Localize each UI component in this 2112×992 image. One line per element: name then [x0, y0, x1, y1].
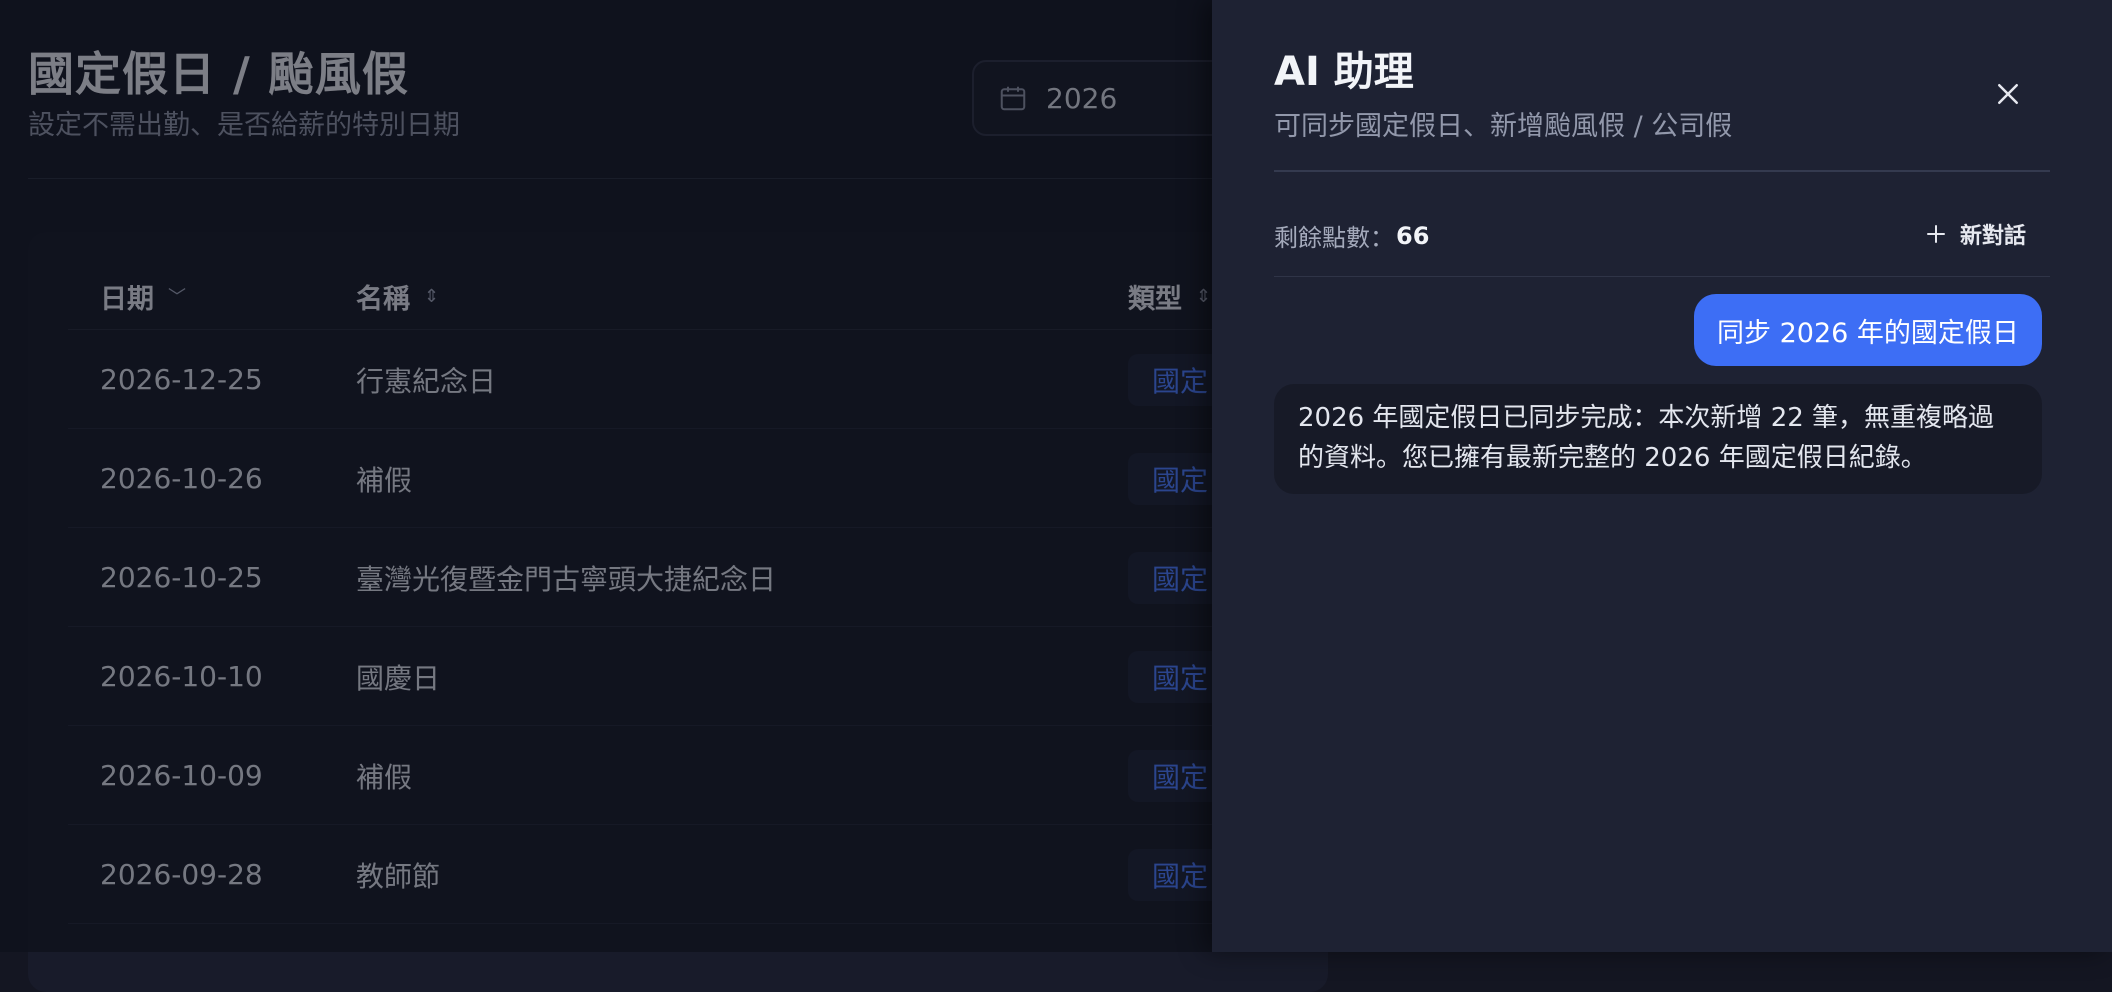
drawer-subtitle: 可同步國定假日、新增颱風假 / 公司假: [1274, 111, 1733, 142]
credits-counter: 剩餘點數： 66: [1274, 218, 1429, 253]
new-chat-button[interactable]: 新對話: [1924, 218, 2026, 250]
new-chat-label: 新對話: [1960, 224, 2027, 249]
drawer-backdrop[interactable]: [0, 0, 1212, 952]
ai-assistant-drawer: AI 助理 可同步國定假日、新增颱風假 / 公司假 剩餘點數： 66 新對話 同…: [1212, 0, 2112, 952]
credits-label: 剩餘點數：: [1274, 224, 1394, 252]
close-icon: [1998, 84, 2018, 104]
close-button[interactable]: [1990, 76, 2026, 112]
drawer-divider: [1274, 170, 2050, 172]
plus-icon: [1927, 225, 1945, 243]
credits-divider: [1274, 276, 2050, 277]
user-message: 同步 2026 年的國定假日: [1694, 294, 2042, 366]
assistant-message: 2026 年國定假日已同步完成：本次新增 22 筆，無重複略過的資料。您已擁有最…: [1274, 384, 2042, 494]
drawer-title: AI 助理: [1274, 49, 1414, 95]
credits-value: 66: [1396, 221, 1430, 250]
